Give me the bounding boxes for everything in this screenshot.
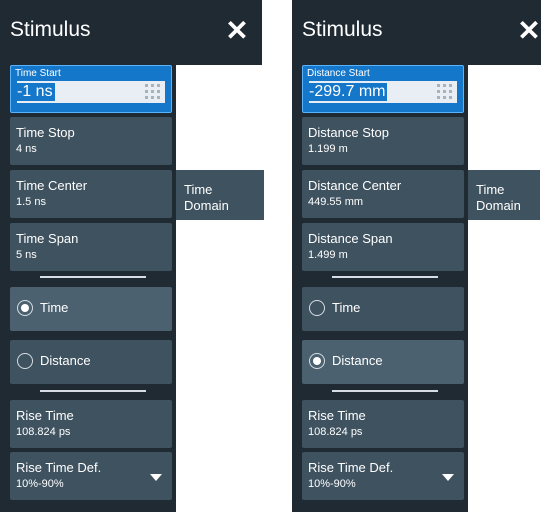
radio-distance[interactable]: Distance xyxy=(302,340,464,384)
rise-time-def-value: 10%-90% xyxy=(16,478,64,490)
separator xyxy=(40,276,146,278)
radio-distance[interactable]: Distance xyxy=(10,340,172,384)
distance-start-input[interactable]: -299.7 mm xyxy=(309,81,457,103)
panel-header: Stimulus ✕ xyxy=(292,0,541,65)
keypad-icon[interactable] xyxy=(437,84,453,100)
rise-time-def-value: 10%-90% xyxy=(308,478,356,490)
radio-distance-label: Distance xyxy=(332,353,383,368)
distance-stop-field[interactable]: Distance Stop 1.199 m xyxy=(302,117,464,165)
distance-stop-value: 1.199 m xyxy=(308,143,348,155)
distance-span-value: 1.499 m xyxy=(308,249,348,261)
stimulus-panel-distance: Stimulus ✕ Distance Start -299.7 mm Dist… xyxy=(292,0,541,512)
close-icon[interactable]: ✕ xyxy=(514,14,541,48)
distance-span-field[interactable]: Distance Span 1.499 m xyxy=(302,223,464,271)
time-center-value: 1.5 ns xyxy=(16,196,46,208)
radio-distance-label: Distance xyxy=(40,353,91,368)
time-span-value: 5 ns xyxy=(16,249,37,261)
radio-circle xyxy=(17,300,33,316)
radio-circle xyxy=(17,353,33,369)
radio-time-label: Time xyxy=(332,300,361,315)
time-span-field[interactable]: Time Span 5 ns xyxy=(10,223,172,271)
distance-start-label: Distance Start xyxy=(307,68,370,79)
distance-span-label: Distance Span xyxy=(308,231,393,246)
rise-time-value: 108.824 ps xyxy=(16,426,71,438)
time-domain-tab-label: Time Domain xyxy=(476,182,521,213)
panel-header: Stimulus ✕ xyxy=(0,0,262,65)
distance-center-value: 449.55 mm xyxy=(308,196,364,208)
time-start-label: Time Start xyxy=(15,68,61,79)
rise-time-def-dropdown[interactable]: Rise Time Def. 10%-90% xyxy=(10,452,172,500)
distance-center-field[interactable]: Distance Center 449.55 mm xyxy=(302,170,464,218)
rise-time-field[interactable]: Rise Time 108.824 ps xyxy=(302,400,464,448)
rise-time-label: Rise Time xyxy=(16,408,74,423)
radio-time[interactable]: Time xyxy=(10,287,172,331)
rise-time-label: Rise Time xyxy=(308,408,366,423)
chevron-down-icon xyxy=(442,474,454,481)
rise-time-def-dropdown[interactable]: Rise Time Def. 10%-90% xyxy=(302,452,464,500)
close-icon[interactable]: ✕ xyxy=(222,14,252,48)
separator xyxy=(332,276,438,278)
panel-title: Stimulus xyxy=(10,18,91,41)
radio-circle xyxy=(309,300,325,316)
radio-dot xyxy=(313,357,321,365)
time-start-field[interactable]: Time Start -1 ns xyxy=(10,65,172,113)
chevron-down-icon xyxy=(150,474,162,481)
time-center-label: Time Center xyxy=(16,178,88,193)
time-domain-tab[interactable]: Time Domain xyxy=(468,170,540,220)
time-span-label: Time Span xyxy=(16,231,79,246)
radio-circle xyxy=(309,353,325,369)
rise-time-def-label: Rise Time Def. xyxy=(16,460,102,475)
distance-start-value: -299.7 mm xyxy=(309,83,388,101)
radio-time[interactable]: Time xyxy=(302,287,464,331)
time-domain-tab[interactable]: Time Domain xyxy=(176,170,264,220)
rise-time-def-label: Rise Time Def. xyxy=(308,460,394,475)
time-stop-label: Time Stop xyxy=(16,125,75,140)
rise-time-value: 108.824 ps xyxy=(308,426,363,438)
time-stop-field[interactable]: Time Stop 4 ns xyxy=(10,117,172,165)
rise-time-field[interactable]: Rise Time 108.824 ps xyxy=(10,400,172,448)
time-start-input[interactable]: -1 ns xyxy=(17,81,165,103)
time-stop-value: 4 ns xyxy=(16,143,37,155)
time-center-field[interactable]: Time Center 1.5 ns xyxy=(10,170,172,218)
keypad-icon[interactable] xyxy=(145,84,161,100)
distance-start-field[interactable]: Distance Start -299.7 mm xyxy=(302,65,464,113)
distance-stop-label: Distance Stop xyxy=(308,125,389,140)
separator xyxy=(40,390,146,392)
stimulus-panel-time: Stimulus ✕ Time Start -1 ns Time Stop 4 … xyxy=(0,0,264,512)
distance-center-label: Distance Center xyxy=(308,178,402,193)
separator xyxy=(332,390,438,392)
time-domain-tab-label: Time Domain xyxy=(184,182,229,213)
panel-title: Stimulus xyxy=(302,18,383,41)
time-start-value: -1 ns xyxy=(17,83,55,101)
radio-time-label: Time xyxy=(40,300,69,315)
radio-dot xyxy=(21,304,29,312)
